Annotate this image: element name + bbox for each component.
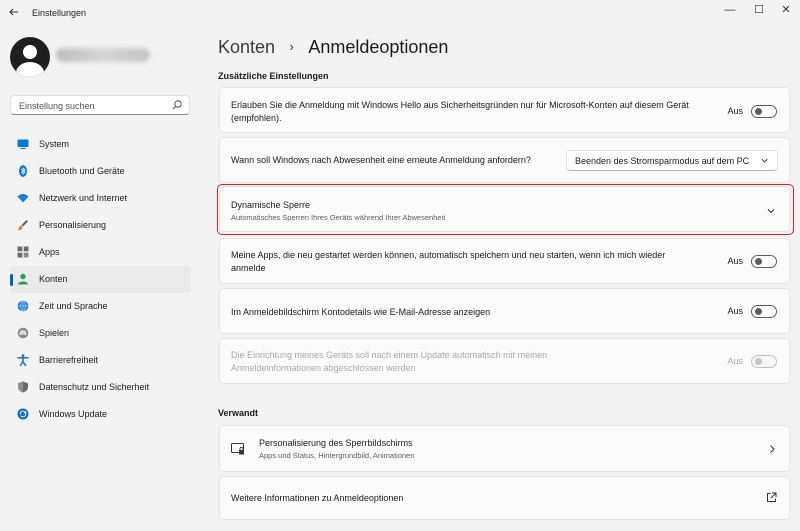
- toggle-switch[interactable]: [751, 255, 777, 268]
- related-lockscreen[interactable]: Personalisierung des Sperrbildschirms Ap…: [219, 425, 790, 472]
- person-icon: [18, 273, 28, 285]
- sidebar-item-apps[interactable]: Apps: [10, 239, 191, 266]
- breadcrumb-separator: ›: [289, 39, 294, 54]
- sidebar-item-label: Windows Update: [39, 409, 108, 419]
- related-title: Weitere Informationen zu Anmeldeoptionen: [231, 493, 404, 503]
- related-subtitle: Apps und Status, Hintergrundbild, Animat…: [259, 451, 415, 460]
- toggle-knob: [755, 258, 762, 265]
- title-bar: Einstellungen — ☐ ✕: [0, 0, 800, 30]
- maximize-button[interactable]: ☐: [749, 3, 769, 17]
- avatar-body: [16, 62, 44, 77]
- globe-clock-icon: [17, 300, 29, 312]
- chevron-down-icon: [761, 158, 768, 163]
- breadcrumb: Konten › Anmeldeoptionen: [218, 37, 448, 61]
- setting-subtitle: Automatisches Sperren Ihres Geräts währe…: [231, 213, 446, 222]
- close-button[interactable]: ✕: [776, 3, 796, 17]
- setting-text: Im Anmeldebildschirm Kontodetails wie E-…: [231, 307, 491, 317]
- blurred-username: [56, 48, 150, 62]
- setting-hello-only: Erlauben Sie die Anmeldung mit Windows H…: [219, 87, 790, 133]
- search-input[interactable]: [11, 97, 161, 115]
- toggle-knob: [755, 358, 762, 365]
- sidebar-item-personalization[interactable]: Personalisierung: [10, 212, 191, 239]
- selection-indicator: [10, 274, 13, 286]
- setting-dynamic-lock[interactable]: Dynamische Sperre Automatisches Sperren …: [219, 186, 790, 232]
- sidebar-item-label: Personalisierung: [39, 220, 107, 230]
- sidebar-item-label: Netzwerk und Internet: [39, 193, 128, 203]
- sidebar-item-accessibility[interactable]: Barrierefreiheit: [10, 347, 191, 374]
- sidebar-item-label: Barrierefreiheit: [39, 355, 99, 365]
- sidebar-item-system[interactable]: System: [10, 131, 191, 158]
- gamepad-icon: [17, 327, 29, 339]
- chevron-right-icon: [770, 445, 775, 453]
- related-more-info[interactable]: Weitere Informationen zu Anmeldeoptionen: [219, 476, 790, 520]
- sidebar-item-label: Spielen: [39, 328, 70, 338]
- update-icon: [17, 408, 29, 420]
- toggle-switch[interactable]: [751, 105, 777, 118]
- setting-restart-apps: Meine Apps, die neu gestartet werden kön…: [219, 238, 790, 284]
- hello-only-toggle[interactable]: Aus: [697, 105, 777, 119]
- bluetooth-icon: [19, 165, 27, 177]
- apps-icon: [17, 246, 29, 258]
- restart-apps-toggle[interactable]: Aus: [697, 255, 777, 269]
- sidebar-item-network[interactable]: Netzwerk und Internet: [10, 185, 191, 212]
- auto-finish-toggle: Aus: [697, 355, 777, 369]
- sidebar-item-privacy-security[interactable]: Datenschutz und Sicherheit: [10, 374, 191, 401]
- search-icon[interactable]: [171, 99, 183, 111]
- dropdown-value: Beenden des Stromsparmodus auf dem PC: [575, 156, 750, 166]
- require-signin-dropdown[interactable]: Beenden des Stromsparmodus auf dem PC: [566, 150, 778, 171]
- sidebar-item-label: Konten: [39, 274, 68, 284]
- toggle-switch: [751, 355, 777, 368]
- sidebar-nav: System Bluetooth und Geräte Netzwerk und…: [10, 131, 191, 428]
- setting-text: Meine Apps, die neu gestartet werden kön…: [231, 250, 666, 273]
- app-title: Einstellungen: [32, 8, 87, 18]
- avatar-head: [23, 45, 37, 59]
- toggle-switch[interactable]: [751, 305, 777, 318]
- sidebar-item-time-language[interactable]: Zeit und Sprache: [10, 293, 191, 320]
- toggle-state: Aus: [727, 356, 743, 366]
- arrow-left-icon: [9, 8, 18, 16]
- avatar[interactable]: [10, 37, 50, 77]
- shield-icon: [18, 381, 28, 393]
- lock-screen-icon: [231, 443, 244, 455]
- toggle-knob: [755, 108, 762, 115]
- section-heading-additional: Zusätzliche Einstellungen: [218, 71, 329, 81]
- breadcrumb-parent[interactable]: Konten: [218, 37, 275, 57]
- setting-title: Dynamische Sperre: [231, 200, 311, 210]
- setting-auto-finish-setup: Die Einrichtung meines Geräts soll nach …: [219, 338, 790, 384]
- sidebar-item-label: Bluetooth und Geräte: [39, 166, 125, 176]
- setting-text: Die Einrichtung meines Geräts soll nach …: [231, 350, 548, 373]
- setting-text: Erlauben Sie die Anmeldung mit Windows H…: [231, 100, 689, 123]
- brush-icon: [18, 220, 28, 231]
- sidebar-item-label: Zeit und Sprache: [39, 301, 108, 311]
- toggle-knob: [755, 308, 762, 315]
- setting-text: Wann soll Windows nach Abwesenheit eine …: [231, 155, 531, 165]
- toggle-state: Aus: [727, 106, 743, 116]
- toggle-state: Aus: [727, 256, 743, 266]
- section-heading-related: Verwandt: [218, 408, 259, 418]
- settings-search[interactable]: [10, 95, 190, 115]
- setting-account-details: Im Anmeldebildschirm Kontodetails wie E-…: [219, 288, 790, 334]
- sidebar-item-label: Apps: [39, 247, 60, 257]
- setting-require-signin: Wann soll Windows nach Abwesenheit eine …: [219, 137, 790, 183]
- back-button[interactable]: [6, 6, 22, 22]
- sidebar-item-windows-update[interactable]: Windows Update: [10, 401, 191, 428]
- toggle-state: Aus: [727, 306, 743, 316]
- sidebar-item-label: Datenschutz und Sicherheit: [39, 382, 150, 392]
- related-title: Personalisierung des Sperrbildschirms: [259, 438, 413, 448]
- chevron-down-icon[interactable]: [766, 206, 776, 216]
- sidebar-item-bluetooth[interactable]: Bluetooth und Geräte: [10, 158, 191, 185]
- accessibility-icon: [17, 354, 29, 366]
- account-details-toggle[interactable]: Aus: [697, 305, 777, 319]
- monitor-icon: [17, 139, 29, 149]
- sidebar-item-accounts[interactable]: Konten: [10, 266, 191, 293]
- sidebar-item-label: System: [39, 139, 70, 149]
- page-title: Anmeldeoptionen: [308, 37, 449, 57]
- external-link-icon: [767, 492, 777, 502]
- minimize-button[interactable]: —: [720, 3, 740, 17]
- sidebar-item-gaming[interactable]: Spielen: [10, 320, 191, 347]
- wifi-icon: [17, 194, 29, 203]
